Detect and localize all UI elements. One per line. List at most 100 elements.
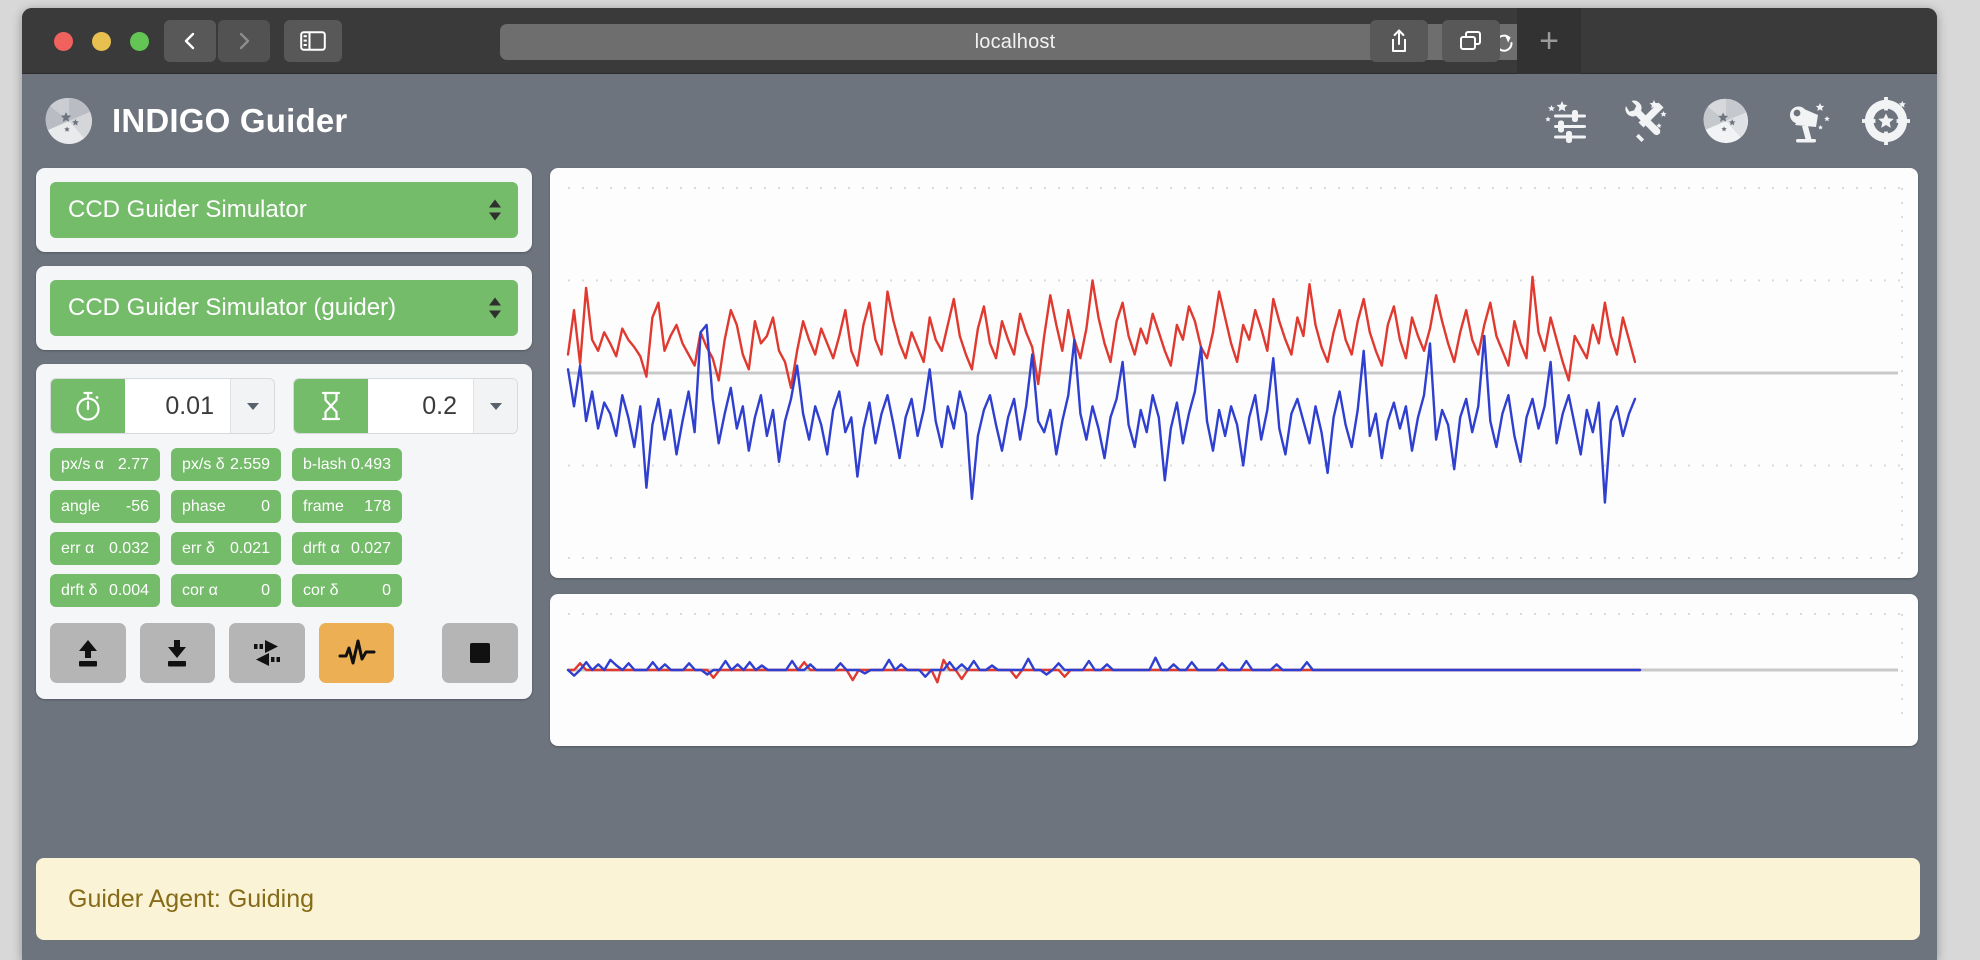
guider-select[interactable]: CCD Guider Simulator (guider) bbox=[50, 280, 518, 336]
delay-stepper[interactable]: 0.2 bbox=[293, 378, 518, 434]
status-badge-label: drft α bbox=[303, 539, 340, 557]
screen: localhost + INDIGO Guider CCD Guider Sim… bbox=[0, 0, 1980, 960]
chart-column bbox=[550, 168, 1918, 746]
browser-window: localhost + INDIGO Guider CCD Guider Sim… bbox=[22, 8, 1937, 960]
status-badge: drft δ 0.004 bbox=[50, 574, 160, 607]
status-badge: px/s α 2.77 bbox=[50, 448, 160, 481]
sliders-star-icon[interactable] bbox=[1541, 96, 1591, 146]
tab-overview-icon bbox=[1460, 31, 1481, 50]
guider-select-value: CCD Guider Simulator (guider) bbox=[68, 294, 397, 321]
chevron-updown-icon bbox=[488, 297, 502, 319]
status-badge: px/s δ 2.559 bbox=[171, 448, 281, 481]
hourglass-icon bbox=[294, 379, 368, 433]
status-badge-label: b-lash bbox=[303, 455, 347, 473]
window-controls bbox=[54, 32, 149, 51]
app-header: INDIGO Guider bbox=[22, 74, 1937, 168]
upload-button[interactable] bbox=[50, 623, 126, 683]
delay-dropdown-button[interactable] bbox=[473, 379, 517, 433]
download-button[interactable] bbox=[139, 623, 216, 683]
status-badge-value: 178 bbox=[364, 497, 391, 515]
exposure-value[interactable]: 0.01 bbox=[125, 379, 230, 433]
zoom-window-button[interactable] bbox=[130, 32, 149, 51]
status-badge-label: phase bbox=[182, 497, 226, 515]
stop-button[interactable] bbox=[442, 623, 518, 683]
device-select-value: CCD Guider Simulator bbox=[68, 196, 307, 223]
status-badge-label: err δ bbox=[182, 539, 215, 557]
status-badge: angle -56 bbox=[50, 490, 160, 523]
sidebar-toggle-button[interactable] bbox=[284, 20, 342, 62]
status-badge: cor α 0 bbox=[171, 574, 281, 607]
sidebar-toggle-icon bbox=[300, 31, 326, 51]
status-badge-label: err α bbox=[61, 539, 95, 557]
status-badge-value: 2.77 bbox=[117, 455, 149, 473]
guide-button[interactable] bbox=[318, 623, 395, 683]
status-badge-label: angle bbox=[61, 497, 101, 515]
device-select[interactable]: CCD Guider Simulator bbox=[50, 182, 518, 238]
share-icon bbox=[1392, 29, 1406, 52]
status-badge-value: 2.559 bbox=[229, 455, 270, 473]
status-badge-label: frame bbox=[303, 497, 344, 515]
status-badge: phase 0 bbox=[171, 490, 281, 523]
browser-titlebar: localhost + bbox=[22, 8, 1937, 74]
status-badge: b-lash 0.493 bbox=[292, 448, 402, 481]
aperture-star-icon[interactable] bbox=[1701, 96, 1751, 146]
status-badge-label: px/s δ bbox=[182, 455, 225, 473]
chevron-left-icon bbox=[184, 32, 195, 50]
tab-overview-button[interactable] bbox=[1442, 20, 1500, 62]
status-badge: err α 0.032 bbox=[50, 532, 160, 565]
minimize-window-button[interactable] bbox=[92, 32, 111, 51]
status-bar: Guider Agent: Guiding bbox=[36, 858, 1920, 940]
indigo-guider-app: INDIGO Guider CCD Guider Simulator CCD G… bbox=[22, 74, 1937, 960]
trace-delta bbox=[566, 656, 1642, 678]
aperture-star-logo-icon bbox=[45, 97, 92, 144]
trace-delta bbox=[566, 323, 1637, 504]
app-toolbar bbox=[1541, 96, 1911, 146]
back-button[interactable] bbox=[164, 20, 216, 62]
status-badge: frame 178 bbox=[292, 490, 402, 523]
correction-chart[interactable] bbox=[550, 594, 1918, 746]
new-tab-button[interactable]: + bbox=[1517, 8, 1581, 74]
status-badge-value: 0 bbox=[261, 581, 270, 599]
status-badge: cor δ 0 bbox=[292, 574, 402, 607]
exposure-stepper[interactable]: 0.01 bbox=[50, 378, 275, 434]
control-column: CCD Guider Simulator CCD Guider Simulato… bbox=[36, 168, 532, 713]
status-badge-value: 0.021 bbox=[229, 539, 270, 557]
status-badge-value: 0 bbox=[382, 581, 391, 599]
stepper-row: 0.01 0.2 bbox=[50, 378, 518, 434]
trace-alpha bbox=[566, 275, 1637, 389]
status-badge-label: cor δ bbox=[303, 581, 339, 599]
guider-controls-card: 0.01 0.2 px/s α 2.77 px/s δ 2.559 b-lash… bbox=[36, 364, 532, 699]
status-badge: err δ 0.021 bbox=[171, 532, 281, 565]
status-badge-value: -56 bbox=[125, 497, 149, 515]
forward-button[interactable] bbox=[218, 20, 270, 62]
app-brand: INDIGO Guider bbox=[44, 96, 347, 146]
status-text: Guider Agent: Guiding bbox=[68, 884, 314, 913]
status-badge-label: cor α bbox=[182, 581, 218, 599]
status-badge-value: 0.032 bbox=[108, 539, 149, 557]
status-badge-list: px/s α 2.77 px/s δ 2.559 b-lash 0.493 angle -56… bbox=[50, 448, 518, 607]
close-window-button[interactable] bbox=[54, 32, 73, 51]
share-button[interactable] bbox=[1370, 20, 1428, 62]
status-badge-label: drft δ bbox=[61, 581, 98, 599]
status-badge-value: 0.493 bbox=[350, 455, 391, 473]
status-badge: drft α 0.027 bbox=[292, 532, 402, 565]
guider-target-star-icon[interactable] bbox=[1861, 96, 1911, 146]
url-text: localhost bbox=[974, 30, 1056, 53]
delay-value[interactable]: 0.2 bbox=[368, 379, 473, 433]
chevron-right-icon bbox=[239, 32, 250, 50]
stopwatch-icon bbox=[51, 379, 125, 433]
guider-select-card: CCD Guider Simulator (guider) bbox=[36, 266, 532, 350]
status-badge-value: 0 bbox=[261, 497, 270, 515]
chevron-updown-icon bbox=[488, 199, 502, 221]
calibrate-button[interactable] bbox=[229, 623, 305, 683]
app-content: CCD Guider Simulator CCD Guider Simulato… bbox=[22, 168, 1937, 960]
telescope-star-icon[interactable] bbox=[1781, 96, 1831, 146]
status-badge-label: px/s α bbox=[61, 455, 105, 473]
guiding-error-chart[interactable] bbox=[550, 168, 1918, 578]
exposure-dropdown-button[interactable] bbox=[230, 379, 274, 433]
app-title: INDIGO Guider bbox=[112, 102, 348, 139]
status-badge-value: 0.004 bbox=[108, 581, 149, 599]
status-badge-value: 0.027 bbox=[350, 539, 391, 557]
tools-star-icon[interactable] bbox=[1621, 96, 1671, 146]
device-select-card: CCD Guider Simulator bbox=[36, 168, 532, 252]
